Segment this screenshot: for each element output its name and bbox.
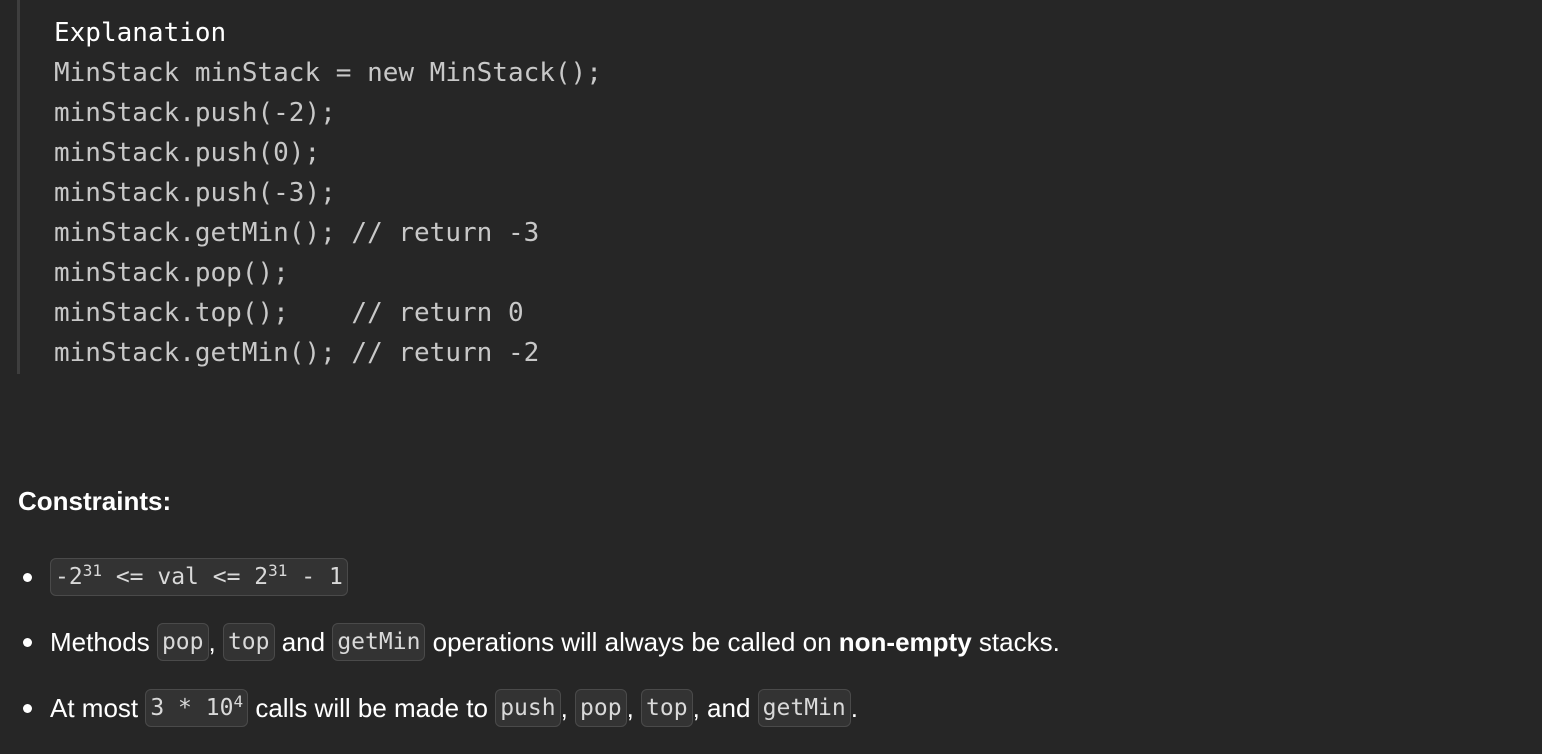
code-line: minStack.getMin(); // return -2 — [54, 338, 540, 368]
code-line: minStack.getMin(); // return -3 — [54, 218, 540, 248]
code-line: minStack.push(-2); — [54, 98, 336, 128]
text: , and — [692, 692, 758, 723]
inline-code-top: top — [641, 689, 693, 727]
text: calls will be made to — [248, 692, 496, 723]
text: Methods — [50, 626, 157, 657]
text: . — [850, 692, 858, 723]
exponent: 4 — [233, 692, 244, 711]
bold-text: non-empty — [838, 626, 972, 657]
code-text: 3 * 10 — [150, 695, 234, 721]
text: and — [274, 626, 333, 657]
value-range-code: -231 <= val <= 231 - 1 — [50, 558, 348, 596]
text: , — [208, 626, 223, 657]
constraint-item-value-range: -231 <= val <= 231 - 1 — [23, 557, 348, 597]
text: stacks. — [971, 626, 1060, 657]
exponent: 31 — [82, 561, 102, 580]
code-text: <= val <= 2 — [101, 564, 269, 590]
text: operations will always be called on — [425, 626, 839, 657]
code-line: minStack.top(); // return 0 — [54, 298, 524, 328]
text: , — [560, 692, 576, 723]
bullet-icon — [23, 703, 32, 713]
inline-code-push: push — [495, 689, 561, 727]
inline-code-getmin: getMin — [332, 623, 426, 661]
inline-code-pop: pop — [575, 689, 627, 727]
inline-code-pop: pop — [156, 623, 209, 661]
exponent: 31 — [268, 561, 288, 580]
code-line: minStack.push(0); — [54, 138, 321, 168]
code-line: MinStack minStack = new MinStack(); — [54, 58, 602, 88]
code-text: - 1 — [287, 564, 343, 590]
inline-code-top: top — [222, 623, 275, 661]
code-line: minStack.pop(); — [54, 258, 289, 288]
bullet-icon — [23, 637, 32, 647]
text: At most — [50, 692, 146, 723]
code-text: -2 — [55, 564, 83, 590]
call-limit-code: 3 * 104 — [145, 689, 249, 727]
constraints-title: Constraints: — [18, 486, 172, 516]
text: , — [626, 692, 642, 723]
constraint-item-methods: Methods pop, top and getMin operations w… — [23, 622, 1060, 662]
code-line: minStack.push(-3); — [54, 178, 336, 208]
inline-code-getmin: getMin — [757, 689, 851, 727]
explanation-heading: Explanation — [54, 18, 227, 48]
example-explanation-block: Explanation MinStack minStack = new MinS… — [17, 0, 1220, 374]
constraint-item-call-count: At most 3 * 104 calls will be made to pu… — [23, 688, 858, 728]
bullet-icon — [23, 572, 32, 582]
